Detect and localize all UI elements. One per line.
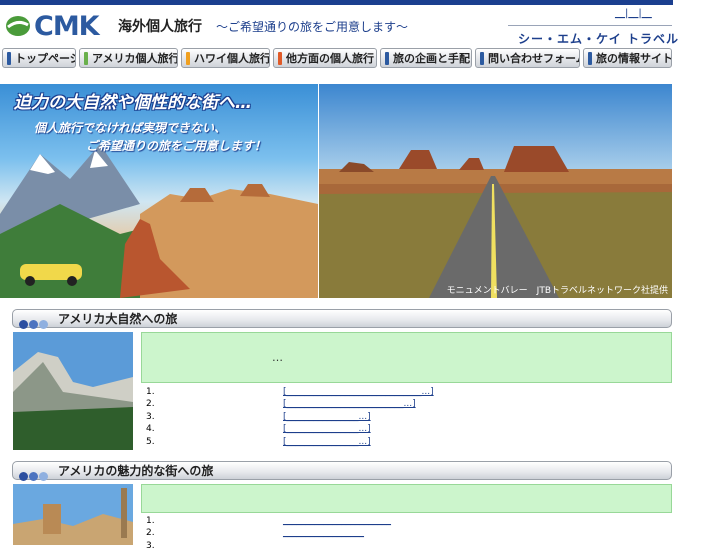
nav-label: 問い合わせフォーム <box>488 52 580 65</box>
banner-line-2: ご希望通りの旅をご用意します！ <box>86 139 267 153</box>
list-num: 1. <box>146 387 155 397</box>
intro-ellipsis: … <box>272 351 283 364</box>
list-link[interactable]: [______________________________...] <box>283 386 434 398</box>
banner-line-1: 個人旅行でなければ実現できない、 <box>34 121 227 135</box>
city-illustration <box>13 484 133 545</box>
nav-label: アメリカ個人旅行 <box>92 52 178 65</box>
list-num: 5. <box>146 437 155 447</box>
site-title: 海外個人旅行 〜ご希望通りの旅をご用意します〜 <box>118 18 408 36</box>
section-title: アメリカ大自然への旅 <box>58 312 178 326</box>
top-accent-bar <box>0 0 673 5</box>
list-num: 2. <box>146 399 155 409</box>
city-photo <box>13 484 133 545</box>
yosemite-illustration <box>13 332 133 450</box>
section-nature-header: アメリカ大自然への旅 <box>12 309 672 329</box>
list-num: 3. <box>146 412 155 422</box>
nav-label: 他方面の個人旅行 <box>286 52 374 65</box>
top-link-3[interactable]: __ <box>642 8 652 19</box>
section-nature-intro-box: … <box>141 332 672 383</box>
nav-inquiry-form[interactable]: 問い合わせフォーム <box>475 48 580 68</box>
nav-other-areas[interactable]: 他方面の個人旅行 <box>273 48 377 68</box>
nav-marker-icon <box>84 52 88 65</box>
banner-left-image: 迫力の大自然や個性的な街へ… 個人旅行でなければ実現できない、 ご希望通りの旅を… <box>0 84 318 298</box>
list-link[interactable]: [__________________________...] <box>283 398 416 410</box>
top-link-1[interactable]: __ <box>615 8 625 19</box>
list-link[interactable]: [________________...] <box>283 423 371 435</box>
brand-name: シー・エム・ケイ トラベル <box>518 32 679 46</box>
list-num: 1. <box>146 516 155 526</box>
list-link[interactable]: ________________________ <box>283 515 391 527</box>
section-title: アメリカの魅力的な街への旅 <box>58 464 214 478</box>
top-link-2[interactable]: __ <box>628 8 638 19</box>
banner-landscape-illustration <box>0 144 318 298</box>
nav-label: 旅の情報サイト <box>596 52 672 65</box>
list-link[interactable]: __________________ <box>283 527 364 539</box>
yosemite-photo <box>13 332 133 450</box>
list-num: 4. <box>146 424 155 434</box>
nav-america[interactable]: アメリカ個人旅行 <box>79 48 178 68</box>
list-num: 2. <box>146 528 155 538</box>
section-dots-icon <box>19 314 49 333</box>
list-link[interactable]: [________________...] <box>283 411 371 423</box>
main-nav: トップページ アメリカ個人旅行 ハワイ個人旅行 他方面の個人旅行 旅の企画と手配… <box>0 48 673 70</box>
nav-marker-icon <box>278 52 282 65</box>
nav-planning[interactable]: 旅の企画と手配 <box>380 48 472 68</box>
banner-right-image: モニュメントバレー JTBトラベルネットワーク社提供 <box>319 84 672 298</box>
nav-marker-icon <box>385 52 389 65</box>
nav-label: ハワイ個人旅行 <box>194 52 270 65</box>
nav-label: 旅の企画と手配 <box>393 52 470 65</box>
logo-text: CMK <box>34 11 100 42</box>
section-dots-icon <box>19 466 49 485</box>
list-num: 3. <box>146 541 155 551</box>
section-cities-intro-box <box>141 484 672 513</box>
section-cities-header: アメリカの魅力的な街への旅 <box>12 461 672 481</box>
nav-marker-icon <box>588 52 592 65</box>
site-subtitle: 〜ご希望通りの旅をご用意します〜 <box>216 20 409 34</box>
nav-marker-icon <box>480 52 484 65</box>
nav-label: トップページ <box>15 52 76 65</box>
list-link[interactable]: [________________...] <box>283 436 371 448</box>
logo-mark-icon <box>6 16 30 36</box>
banner-photo-credit: モニュメントバレー JTBトラベルネットワーク社提供 <box>446 286 668 296</box>
nav-top-page[interactable]: トップページ <box>2 48 76 68</box>
cmk-logo[interactable]: CMK <box>5 11 100 44</box>
nav-marker-icon <box>7 52 11 65</box>
nav-info-site[interactable]: 旅の情報サイト <box>583 48 672 68</box>
nav-marker-icon <box>186 52 190 65</box>
nav-hawaii[interactable]: ハワイ個人旅行 <box>181 48 270 68</box>
site-title-text: 海外個人旅行 <box>118 19 202 35</box>
monument-valley-road-illustration <box>319 84 672 298</box>
top-links: __|__|__ <box>615 8 652 19</box>
banner-headline: 迫力の大自然や個性的な街へ… <box>14 93 252 113</box>
brand-divider <box>508 25 672 26</box>
